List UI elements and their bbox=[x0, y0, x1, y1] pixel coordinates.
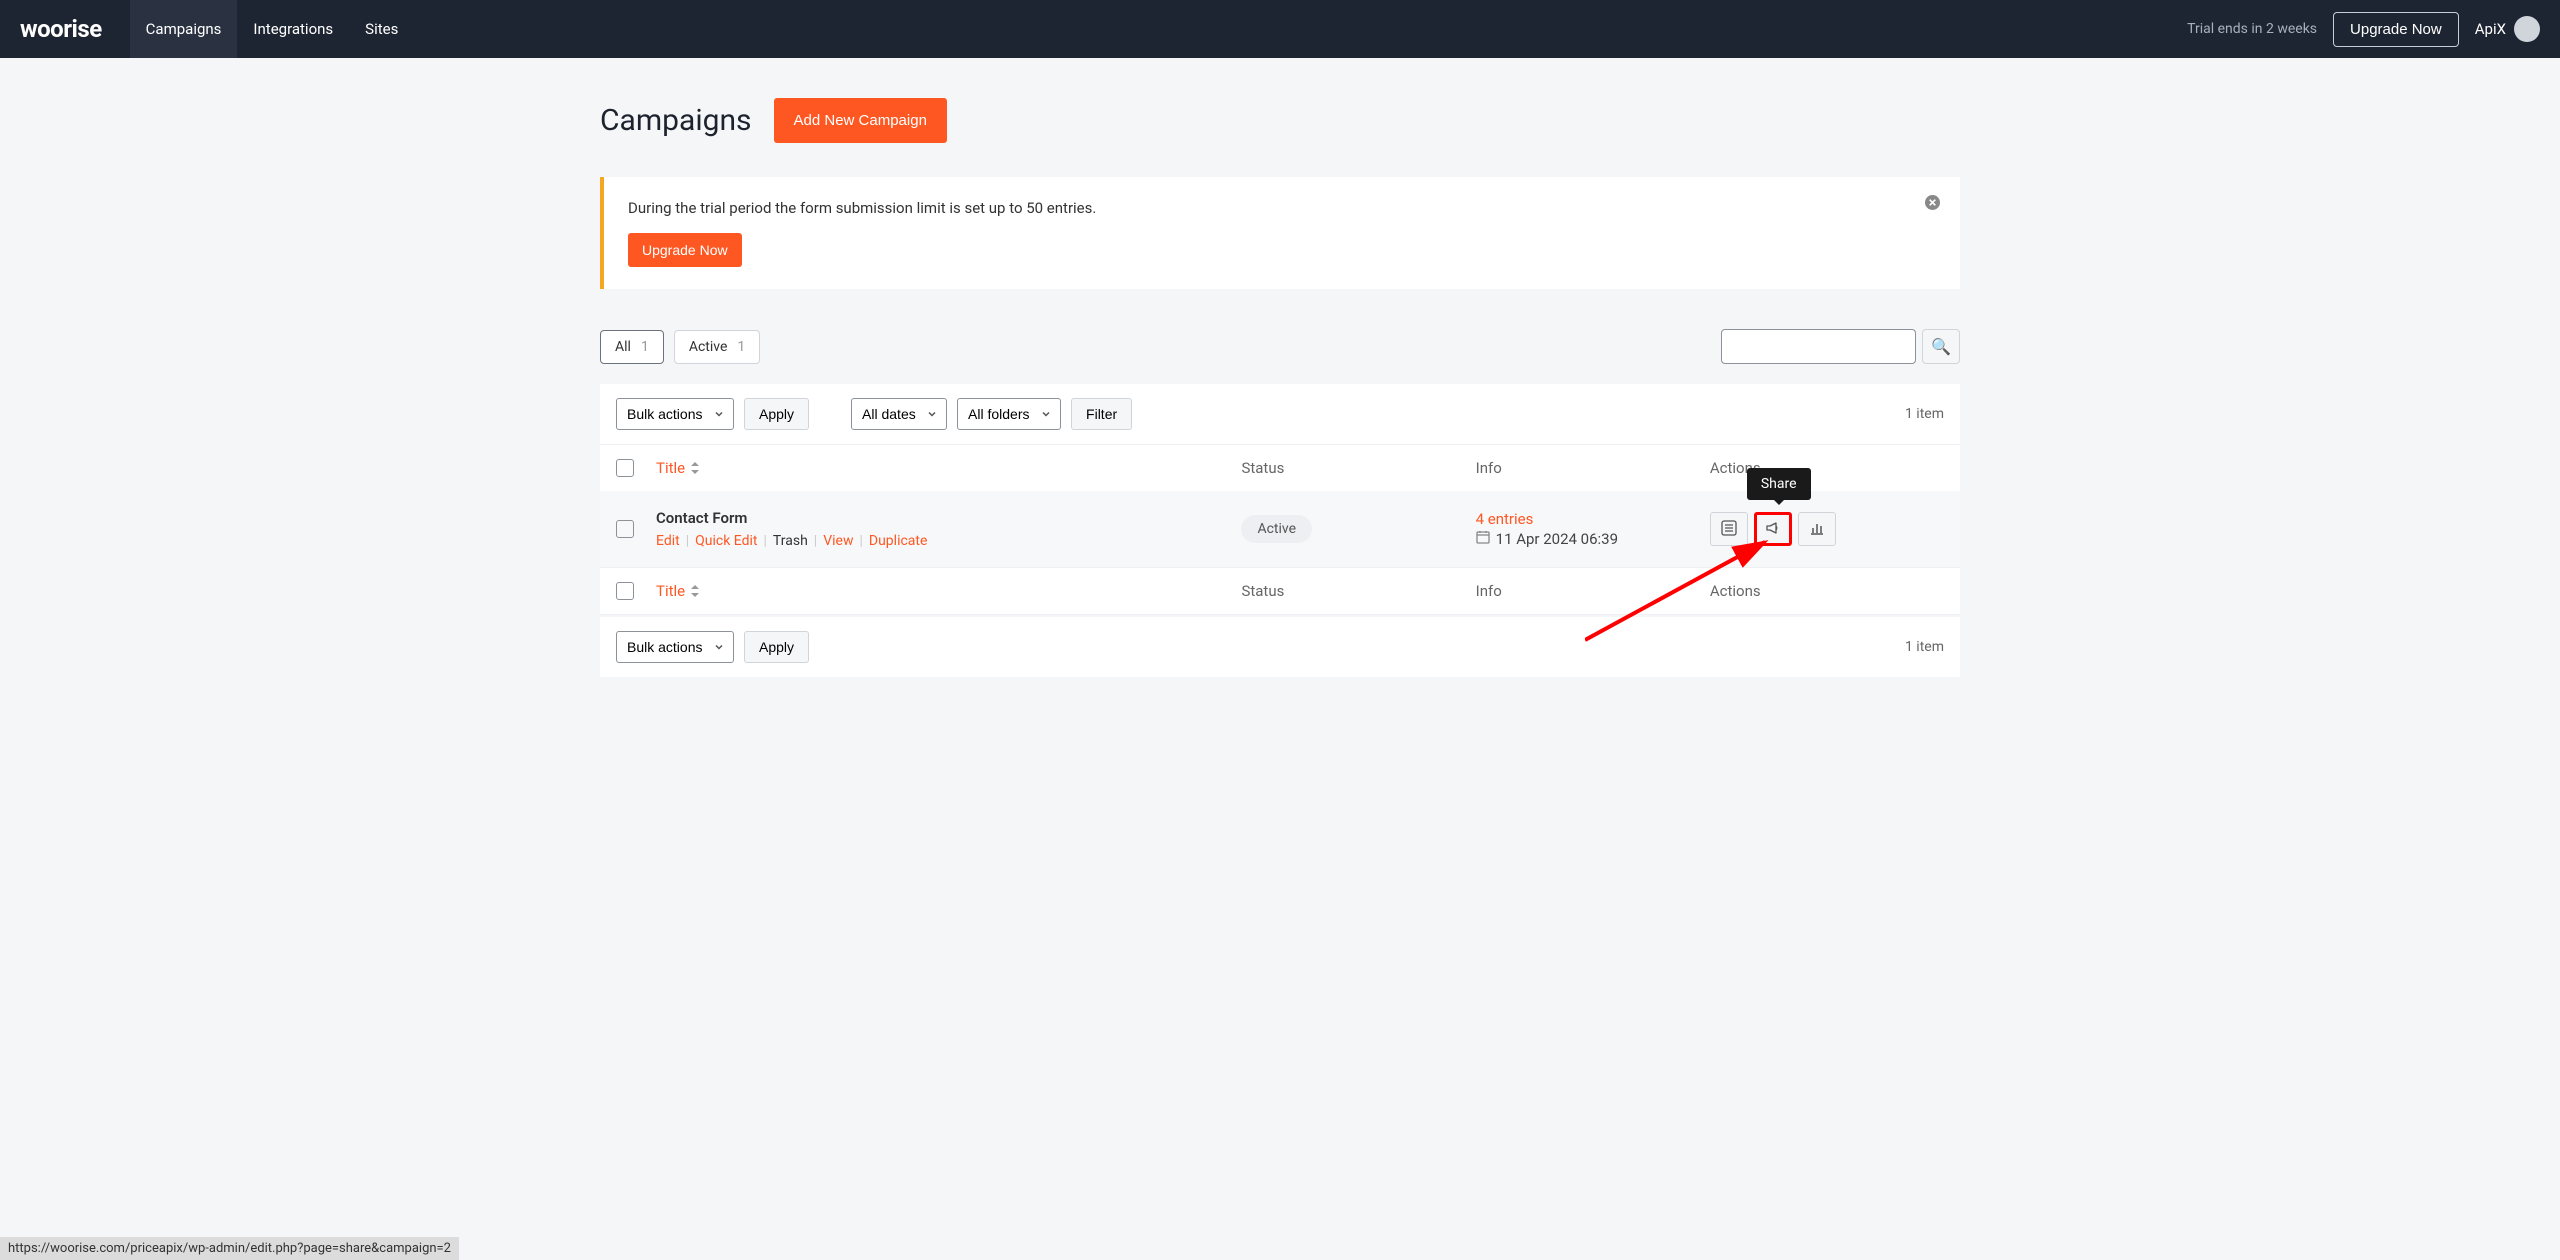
filter-button[interactable]: Filter bbox=[1071, 398, 1132, 430]
nav-sites[interactable]: Sites bbox=[349, 0, 414, 58]
column-status: Status bbox=[1241, 459, 1475, 477]
apply-button[interactable]: Apply bbox=[744, 398, 809, 430]
entries-button[interactable] bbox=[1710, 512, 1748, 546]
apply-button-bottom[interactable]: Apply bbox=[744, 631, 809, 663]
page-title: Campaigns bbox=[600, 103, 752, 138]
column-status-bottom: Status bbox=[1241, 582, 1475, 600]
action-buttons: Share bbox=[1710, 512, 1944, 546]
filter-all[interactable]: All 1 bbox=[600, 330, 664, 364]
view-link[interactable]: View bbox=[823, 533, 853, 549]
trial-notice: During the trial period the form submiss… bbox=[600, 177, 1960, 289]
sort-icon bbox=[691, 462, 699, 474]
column-actions: Actions bbox=[1710, 459, 1944, 477]
table-footer: Title Status Info Actions bbox=[600, 567, 1960, 615]
campaign-date: 11 Apr 2024 06:39 bbox=[1476, 530, 1710, 548]
filter-active-label: Active bbox=[689, 339, 728, 355]
notice-upgrade-button[interactable]: Upgrade Now bbox=[628, 233, 742, 267]
chart-icon bbox=[1809, 520, 1825, 539]
search-button[interactable]: 🔍 bbox=[1922, 329, 1960, 364]
main-content: Campaigns Add New Campaign During the tr… bbox=[580, 58, 1980, 717]
select-all-checkbox[interactable] bbox=[616, 459, 634, 477]
table-row: Contact Form Edit | Quick Edit | Trash |… bbox=[600, 491, 1960, 567]
trash-link[interactable]: Trash bbox=[773, 533, 808, 549]
item-count-bottom: 1 item bbox=[1905, 639, 1944, 655]
megaphone-icon bbox=[1765, 520, 1781, 539]
app-header: woorise Campaigns Integrations Sites Tri… bbox=[0, 0, 2560, 58]
column-title[interactable]: Title bbox=[656, 459, 1241, 477]
search-icon: 🔍 bbox=[1931, 337, 1951, 357]
upgrade-header-button[interactable]: Upgrade Now bbox=[2333, 12, 2459, 47]
trial-text: Trial ends in 2 weeks bbox=[2187, 21, 2317, 37]
column-info: Info bbox=[1476, 459, 1710, 477]
calendar-icon bbox=[1476, 530, 1490, 548]
filter-active[interactable]: Active 1 bbox=[674, 330, 760, 364]
action-bar-bottom: Bulk actions Apply 1 item bbox=[600, 617, 1960, 677]
item-count: 1 item bbox=[1905, 406, 1944, 422]
column-info-bottom: Info bbox=[1476, 582, 1710, 600]
action-bar-top: Bulk actions Apply All dates All folders… bbox=[600, 384, 1960, 444]
filter-active-count: 1 bbox=[737, 339, 745, 355]
notice-text: During the trial period the form submiss… bbox=[628, 199, 1936, 217]
sort-icon bbox=[691, 585, 699, 597]
row-checkbox[interactable] bbox=[616, 520, 634, 538]
filter-all-count: 1 bbox=[641, 339, 649, 355]
share-tooltip: Share bbox=[1747, 468, 1811, 500]
select-all-checkbox-bottom[interactable] bbox=[616, 582, 634, 600]
duplicate-link[interactable]: Duplicate bbox=[869, 533, 928, 549]
campaigns-table: Title Status Info Actions Contact Form E… bbox=[600, 444, 1960, 615]
status-badge: Active bbox=[1241, 515, 1312, 543]
avatar bbox=[2514, 16, 2540, 42]
search-area: 🔍 bbox=[1721, 329, 1960, 364]
close-icon[interactable] bbox=[1925, 195, 1940, 214]
entries-link[interactable]: 4 entries bbox=[1476, 510, 1710, 528]
column-title-bottom[interactable]: Title bbox=[656, 582, 1241, 600]
share-button[interactable] bbox=[1754, 512, 1792, 546]
campaign-title[interactable]: Contact Form bbox=[656, 509, 1241, 527]
column-actions-bottom: Actions bbox=[1710, 582, 1944, 600]
browser-statusbar: https://woorise.com/priceapix/wp-admin/e… bbox=[0, 1237, 459, 1260]
username: ApiX bbox=[2475, 20, 2506, 38]
filter-tabs: All 1 Active 1 🔍 bbox=[600, 329, 1960, 364]
all-folders-select[interactable]: All folders bbox=[957, 398, 1061, 430]
bulk-actions-select[interactable]: Bulk actions bbox=[616, 398, 734, 430]
bulk-actions-select-bottom[interactable]: Bulk actions bbox=[616, 631, 734, 663]
stats-button[interactable] bbox=[1798, 512, 1836, 546]
all-dates-select[interactable]: All dates bbox=[851, 398, 947, 430]
page-header: Campaigns Add New Campaign bbox=[600, 98, 1960, 143]
row-actions: Edit | Quick Edit | Trash | View | Dupli… bbox=[656, 533, 1241, 549]
header-right: Trial ends in 2 weeks Upgrade Now ApiX bbox=[2187, 12, 2540, 47]
user-menu[interactable]: ApiX bbox=[2475, 16, 2540, 42]
quick-edit-link[interactable]: Quick Edit bbox=[695, 533, 757, 549]
search-input[interactable] bbox=[1721, 329, 1916, 364]
main-nav: Campaigns Integrations Sites bbox=[130, 0, 415, 58]
add-campaign-button[interactable]: Add New Campaign bbox=[774, 98, 947, 143]
filter-all-label: All bbox=[615, 339, 631, 355]
nav-integrations[interactable]: Integrations bbox=[237, 0, 349, 58]
list-icon bbox=[1721, 520, 1737, 539]
edit-link[interactable]: Edit bbox=[656, 533, 680, 549]
logo: woorise bbox=[20, 15, 102, 43]
nav-campaigns[interactable]: Campaigns bbox=[130, 0, 238, 58]
